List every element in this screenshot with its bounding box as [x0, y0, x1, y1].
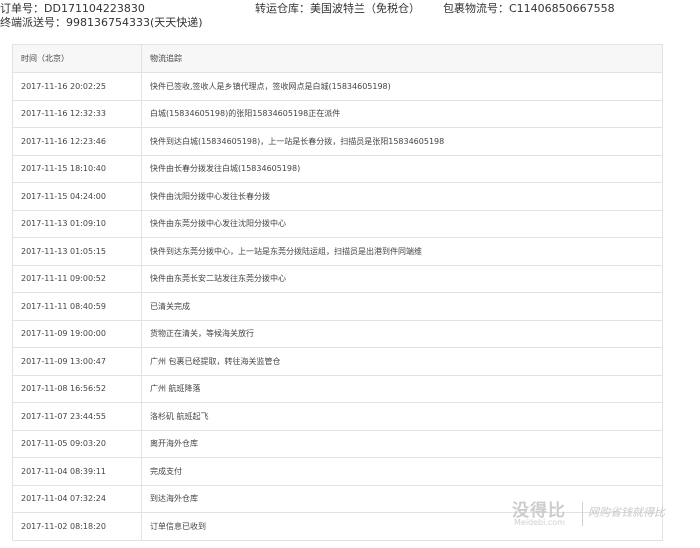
order-number-value: DD171104223830 [44, 2, 145, 15]
table-row: 2017-11-09 13:00:47 广州 包裹已经提取，转往海关监管仓 [12, 347, 663, 376]
table-row: 2017-11-13 01:09:10 快件由东莞分拨中心发往沈阳分拨中心 [12, 209, 663, 238]
warehouse-info: 转运仓库：美国波特兰（免税仓） [255, 2, 420, 16]
row-detail: 快件到达东莞分拨中心，上一站是东莞分拨陆运组，扫描员是出港到件同端维 [141, 237, 663, 266]
watermark-divider [582, 502, 583, 526]
table-header-row: 时间（北京） 物流追踪 [12, 44, 663, 73]
row-time: 2017-11-15 04:24:00 [12, 182, 142, 211]
warehouse-value: 美国波特兰（免税仓） [310, 2, 420, 15]
order-number-label: 订单号： [0, 2, 44, 15]
table-row: 2017-11-16 12:23:46 快件到达白城(15834605198)，上… [12, 127, 663, 156]
row-detail: 已清关完成 [141, 292, 663, 321]
row-time: 2017-11-07 23:44:55 [12, 402, 142, 431]
row-time: 2017-11-02 08:18:20 [12, 512, 142, 541]
warehouse-label: 转运仓库： [255, 2, 310, 15]
row-detail: 离开海外仓库 [141, 429, 663, 458]
column-header-tracking: 物流追踪 [141, 44, 663, 73]
table-row: 2017-11-11 09:00:52 快件由东莞长安二站发往东莞分拨中心 [12, 264, 663, 293]
row-time: 2017-11-16 20:02:25 [12, 72, 142, 101]
row-detail: 白城(15834605198)的张阳15834605198正在派件 [141, 99, 663, 128]
row-time: 2017-11-11 08:40:59 [12, 292, 142, 321]
table-row: 2017-11-04 08:39:11 完成支付 [12, 457, 663, 486]
row-time: 2017-11-15 18:10:40 [12, 154, 142, 183]
tracking-number: 包裹物流号：C11406850667558 [443, 2, 615, 16]
row-time: 2017-11-16 12:32:33 [12, 99, 142, 128]
row-time: 2017-11-04 08:39:11 [12, 457, 142, 486]
final-delivery-value: 998136754333(天天快递) [66, 16, 203, 29]
order-number: 订单号：DD171104223830 [0, 2, 145, 16]
row-time: 2017-11-08 16:56:52 [12, 374, 142, 403]
row-detail: 快件到达白城(15834605198)，上一站是长春分拨，扫描员是张阳15834… [141, 127, 663, 156]
watermark-slogan: 网购省钱就得比 [588, 506, 665, 519]
column-header-time: 时间（北京） [12, 44, 142, 73]
table-row: 2017-11-07 23:44:55 洛杉矶 航班起飞 [12, 402, 663, 431]
row-detail: 货物正在清关，等候海关放行 [141, 319, 663, 348]
row-time: 2017-11-04 07:32:24 [12, 484, 142, 513]
table-row: 2017-11-09 19:00:00 货物正在清关，等候海关放行 [12, 319, 663, 348]
row-time: 2017-11-05 09:03:20 [12, 429, 142, 458]
row-detail: 洛杉矶 航班起飞 [141, 402, 663, 431]
tracking-value: C11406850667558 [509, 2, 615, 15]
row-time: 2017-11-13 01:05:15 [12, 237, 142, 266]
row-detail: 快件由东莞长安二站发往东莞分拨中心 [141, 264, 663, 293]
watermark-site: Meidebi.com [514, 518, 565, 527]
table-row: 2017-11-13 01:05:15 快件到达东莞分拨中心，上一站是东莞分拨陆运… [12, 237, 663, 266]
tracking-label: 包裹物流号： [443, 2, 509, 15]
row-detail: 快件由沈阳分拨中心发往长春分拨 [141, 182, 663, 211]
watermark: 没得比 Meidebi.com 网购省钱就得比 [512, 496, 700, 530]
row-detail: 快件由长春分拨发往白城(15834605198) [141, 154, 663, 183]
final-delivery-label: 终端派送号： [0, 16, 66, 29]
row-detail: 快件已签收,签收人是乡镇代理点，签收网点是白城(15834605198) [141, 72, 663, 101]
row-time: 2017-11-11 09:00:52 [12, 264, 142, 293]
row-detail: 完成支付 [141, 457, 663, 486]
table-body: 2017-11-16 20:02:25 快件已签收,签收人是乡镇代理点，签收网点是… [12, 72, 663, 541]
row-detail: 广州 包裹已经提取，转往海关监管仓 [141, 347, 663, 376]
table-row: 2017-11-11 08:40:59 已清关完成 [12, 292, 663, 321]
table-row: 2017-11-05 09:03:20 离开海外仓库 [12, 429, 663, 458]
row-detail: 广州 航班降落 [141, 374, 663, 403]
row-time: 2017-11-16 12:23:46 [12, 127, 142, 156]
final-delivery-number: 终端派送号：998136754333(天天快递) [0, 16, 203, 30]
table-row: 2017-11-15 18:10:40 快件由长春分拨发往白城(158346051… [12, 154, 663, 183]
row-time: 2017-11-13 01:09:10 [12, 209, 142, 238]
logistics-table: 时间（北京） 物流追踪 2017-11-16 20:02:25 快件已签收,签收人… [12, 44, 663, 541]
table-row: 2017-11-08 16:56:52 广州 航班降落 [12, 374, 663, 403]
row-time: 2017-11-09 19:00:00 [12, 319, 142, 348]
table-row: 2017-11-16 20:02:25 快件已签收,签收人是乡镇代理点，签收网点是… [12, 72, 663, 101]
table-row: 2017-11-15 04:24:00 快件由沈阳分拨中心发往长春分拨 [12, 182, 663, 211]
row-detail: 快件由东莞分拨中心发往沈阳分拨中心 [141, 209, 663, 238]
table-row: 2017-11-16 12:32:33 白城(15834605198)的张阳158… [12, 99, 663, 128]
row-time: 2017-11-09 13:00:47 [12, 347, 142, 376]
